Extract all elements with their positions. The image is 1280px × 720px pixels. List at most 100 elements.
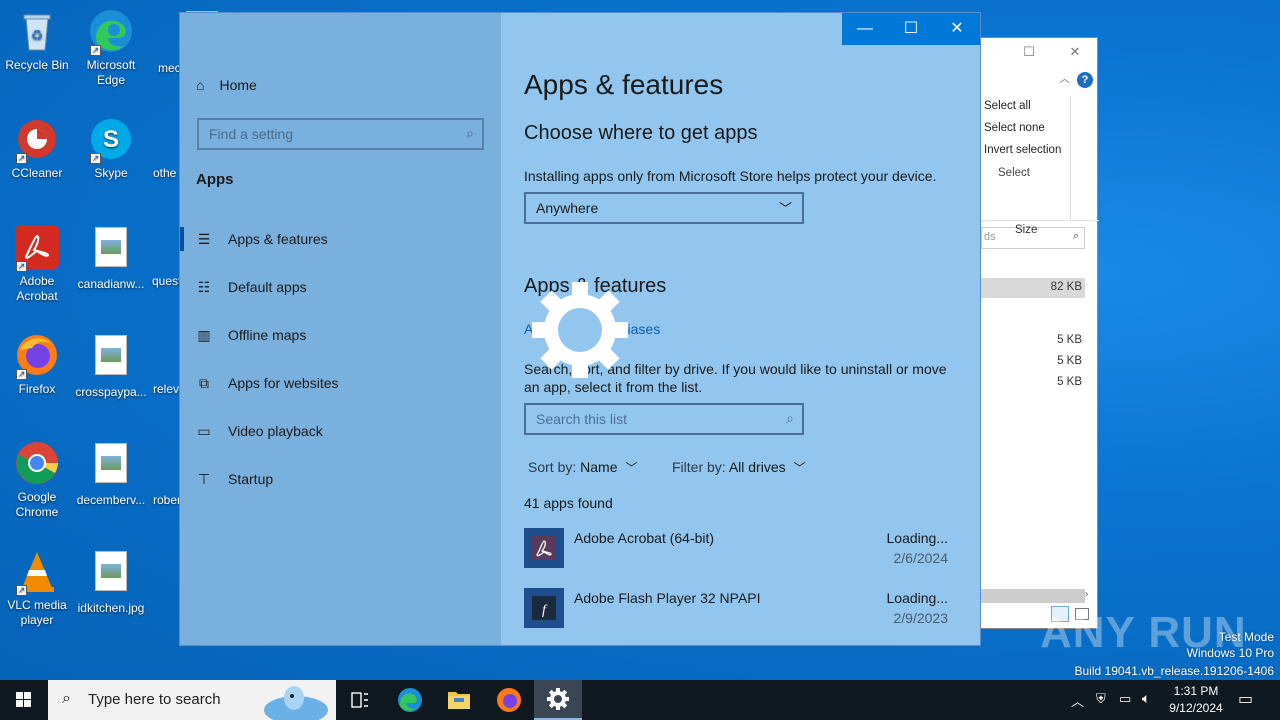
apps-count: 41 apps found bbox=[524, 495, 613, 511]
find-setting-placeholder: Find a setting bbox=[209, 126, 294, 142]
desktop-icon-microsoft-edge[interactable]: ↗ Microsoft Edge bbox=[74, 8, 148, 88]
search-list-placeholder: Search this list bbox=[536, 411, 628, 427]
search-icon: ⌕ bbox=[466, 125, 474, 141]
loading-gear-icon bbox=[530, 280, 630, 380]
app-list-item[interactable]: Adobe Acrobat (64-bit) Loading... 2/6/20… bbox=[524, 524, 950, 580]
link-icon: ⧉ bbox=[199, 374, 209, 391]
app-source-dropdown[interactable]: Anywhere ﹀ bbox=[524, 192, 804, 224]
edge-icon bbox=[398, 688, 422, 712]
desktop-icon-chromium-edge[interactable]: ↗ CCleaner bbox=[0, 116, 74, 181]
nav-item-label: Offline maps bbox=[228, 327, 307, 343]
maximize-icon[interactable]: ☐ bbox=[888, 13, 934, 45]
app-list-item[interactable]: f Adobe Flash Player 32 NPAPI Loading...… bbox=[524, 584, 950, 640]
minimize-icon[interactable]: — bbox=[842, 13, 888, 45]
volume-icon[interactable]: 🔈︎ bbox=[1142, 690, 1150, 720]
desktop-icon-adobe-acrobat[interactable]: ↗ Adobe Acrobat bbox=[0, 224, 74, 304]
maximize-icon[interactable]: ☐ bbox=[1019, 44, 1039, 60]
gear-icon bbox=[547, 688, 569, 710]
nav-item-apps-for-websites[interactable]: ⧉ Apps for websites bbox=[180, 359, 501, 407]
start-button[interactable] bbox=[0, 680, 48, 720]
nav-item-video-playback[interactable]: ▭ Video playback bbox=[180, 407, 501, 455]
chevron-down-icon: ﹀ bbox=[778, 201, 792, 216]
chevron-up-icon[interactable]: ︿ bbox=[1059, 70, 1070, 86]
invert-selection-button[interactable]: Invert selection bbox=[984, 144, 1061, 156]
chevron-down-icon: ﹀ bbox=[793, 461, 806, 475]
sort-by-dropdown[interactable]: Sort by: Name ﹀ bbox=[528, 459, 637, 476]
taskbar-search-box[interactable]: ⌕ Type here to search bbox=[48, 680, 336, 720]
desktop-icon-file[interactable]: decemberv... bbox=[74, 440, 148, 508]
filter-by-dropdown[interactable]: Filter by: All drives ﹀ bbox=[672, 459, 806, 476]
select-all-button[interactable]: Select all bbox=[984, 100, 1031, 112]
flash-player-icon: f bbox=[524, 588, 564, 628]
clock-date: 9/12/2024 bbox=[1169, 701, 1223, 715]
app-source-value: Anywhere bbox=[536, 200, 599, 216]
taskbar-file-explorer[interactable] bbox=[435, 680, 483, 720]
file-row-size[interactable]: 5 KB bbox=[981, 352, 1085, 372]
taskbar-settings[interactable] bbox=[534, 680, 582, 720]
nav-item-default-apps[interactable]: ☷ Default apps bbox=[180, 263, 501, 311]
app-name: Adobe Flash Player 32 NPAPI bbox=[574, 590, 761, 606]
acrobat-icon bbox=[524, 528, 564, 568]
file-row-size[interactable]: 5 KB bbox=[981, 373, 1085, 393]
desktop-icon-recycle-bin[interactable]: ♻ Recycle Bin bbox=[0, 8, 74, 73]
app-date: 2/6/2024 bbox=[893, 550, 949, 566]
close-icon[interactable]: ✕ bbox=[1065, 44, 1085, 60]
desktop-icon-vlc[interactable]: ↗ VLC media player bbox=[0, 548, 74, 628]
choose-apps-description: Installing apps only from Microsoft Stor… bbox=[524, 168, 937, 184]
desktop-icon-skype[interactable]: S ↗ Skype bbox=[74, 116, 148, 181]
task-view-icon bbox=[351, 692, 368, 708]
dolphin-icon bbox=[264, 686, 328, 720]
file-row-size[interactable]: 5 KB bbox=[981, 331, 1085, 351]
scroll-right-icon[interactable]: › bbox=[1085, 589, 1088, 600]
default-apps-icon: ☷ bbox=[197, 278, 211, 295]
desktop-icon-file[interactable]: crosspaypa... bbox=[74, 332, 148, 400]
edge-icon: ↗ bbox=[88, 8, 134, 56]
sort-value: Name bbox=[580, 459, 618, 475]
nav-item-apps-features[interactable]: ☰ Apps & features bbox=[180, 215, 501, 263]
startup-icon: ⊤ bbox=[197, 470, 211, 487]
filter-label: Filter by: bbox=[672, 459, 726, 475]
taskbar-clock[interactable]: 1:31 PM 9/12/2024 bbox=[1160, 683, 1232, 717]
search-icon: ⌕ bbox=[786, 410, 794, 426]
image-file-icon bbox=[88, 443, 134, 489]
find-setting-input[interactable]: Find a setting ⌕ bbox=[197, 118, 484, 150]
taskbar-edge[interactable] bbox=[386, 680, 434, 720]
search-icon: ⌕ bbox=[62, 690, 71, 707]
select-none-button[interactable]: Select none bbox=[984, 122, 1045, 134]
app-size: Loading... bbox=[886, 530, 949, 546]
nav-home[interactable]: ⌂ Home bbox=[196, 77, 257, 93]
nav-item-offline-maps[interactable]: ▥ Offline maps bbox=[180, 311, 501, 359]
network-icon[interactable]: ▭ bbox=[1119, 691, 1131, 720]
security-icon[interactable]: ⛨ bbox=[1096, 691, 1106, 720]
nav-home-label: Home bbox=[219, 77, 257, 93]
image-file-icon bbox=[88, 551, 134, 597]
app-date: 2/9/2023 bbox=[893, 610, 949, 626]
close-icon[interactable]: ✕ bbox=[934, 13, 980, 45]
help-icon[interactable]: ? bbox=[1077, 72, 1093, 88]
vlc-icon: ↗ bbox=[14, 548, 60, 596]
size-column-header[interactable]: Size bbox=[1015, 224, 1037, 236]
desktop-icon-firefox[interactable]: ↗ Firefox bbox=[0, 332, 74, 397]
search-icon: ⌕ bbox=[1072, 230, 1079, 242]
show-hidden-icons-chevron[interactable]: ︿ bbox=[1071, 691, 1084, 720]
list-icon: ☰ bbox=[197, 230, 211, 247]
desktop-icon-file[interactable]: canadianw... bbox=[74, 224, 148, 292]
video-icon: ▭ bbox=[197, 422, 211, 439]
nav-item-startup[interactable]: ⊤ Startup bbox=[180, 455, 501, 503]
file-row-size[interactable]: 82 KB bbox=[981, 278, 1085, 298]
settings-nav-pane: ⌂ Home Find a setting ⌕ Apps ☰ Apps & fe… bbox=[180, 13, 501, 645]
file-explorer-window[interactable]: ☐ ✕ ︿ ? Select all Select none Invert se… bbox=[980, 37, 1099, 629]
acrobat-icon: ↗ bbox=[14, 224, 60, 272]
search-list-input[interactable]: Search this list ⌕ bbox=[524, 403, 804, 435]
nav-item-label: Startup bbox=[228, 471, 274, 487]
nav-item-label: Video playback bbox=[228, 423, 323, 439]
desktop-icon-google-chrome[interactable]: Google Chrome bbox=[0, 440, 74, 520]
desktop-icon-file[interactable]: idkitchen.jpg bbox=[74, 548, 148, 616]
home-icon: ⌂ bbox=[196, 77, 205, 93]
ccleaner-icon: ↗ bbox=[14, 116, 60, 164]
notifications-icon[interactable]: ▭ bbox=[1238, 689, 1253, 720]
chrome-icon bbox=[14, 440, 60, 486]
task-view-button[interactable] bbox=[336, 680, 384, 720]
taskbar-firefox[interactable] bbox=[485, 680, 533, 720]
app-size: Loading... bbox=[886, 590, 949, 606]
